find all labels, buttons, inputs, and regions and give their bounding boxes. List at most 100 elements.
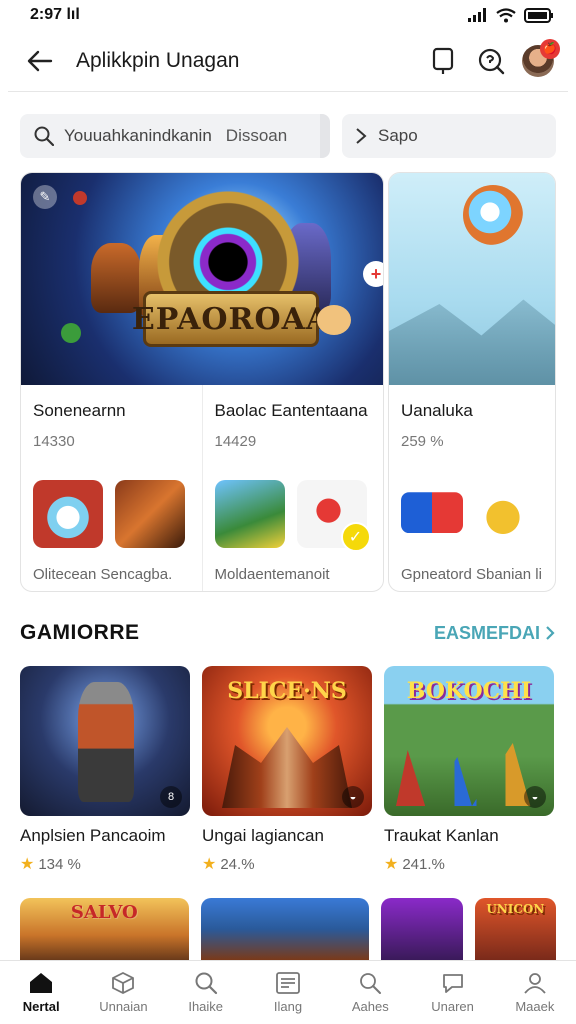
nav-item-search[interactable]: Ihaike <box>165 961 247 1024</box>
search-row: Youuahkanindkanin Dissoan Sapo <box>20 114 556 158</box>
flag-icon: + <box>363 261 383 287</box>
section-title: GAMIORRE <box>20 621 140 644</box>
nav-item-profile[interactable]: Maaek <box>494 961 576 1024</box>
col-caption: Olitecean Sencagba. <box>33 566 173 583</box>
featured-col-1[interactable]: Sonenearnn 14330 Olitecean Sencagba. <box>21 385 202 591</box>
game-logo: SALVO <box>70 902 138 923</box>
game-logo: SLICE·NS <box>227 678 347 704</box>
home-icon <box>28 971 54 995</box>
game-thumb[interactable]: 8 <box>20 666 190 816</box>
col-title: Baolac Eantentaana <box>214 401 368 420</box>
featured-columns: Sonenearnn 14330 Olitecean Sencagba. Bao… <box>21 385 384 591</box>
cat-mascot <box>317 305 351 335</box>
col-meta: 14330 <box>33 433 75 450</box>
warrior-figure <box>78 682 134 802</box>
bookmark-button[interactable] <box>426 44 460 78</box>
filter-text: Sapo <box>378 126 418 145</box>
section-header: GAMIORRE EASMEFDAI <box>20 616 556 650</box>
leaf-icon: ✎ <box>33 185 57 209</box>
status-bar: 2:97 lıl <box>0 0 576 30</box>
featured-banner[interactable]: ✎ EPAOROAA <box>21 173 383 385</box>
banner-logo: EPAOROAA <box>132 291 329 347</box>
wifi-icon <box>496 7 516 22</box>
featured-side-banner[interactable] <box>389 173 555 385</box>
game-card[interactable]: SLICE·NS ◒ Ungai lagiancan ★ 24.% <box>202 666 372 874</box>
col-title: Sonenearnn <box>33 401 126 420</box>
avatar[interactable]: 🍎 <box>522 38 560 77</box>
chevron-right-icon <box>356 128 367 144</box>
filter-input[interactable]: Sapo <box>342 114 556 158</box>
app-thumb[interactable]: ✓ <box>296 480 371 552</box>
game-thumb[interactable] <box>200 898 370 960</box>
game-name: Traukat Kanlan <box>384 826 499 845</box>
nav-item-apps[interactable]: Unnaian <box>82 961 164 1024</box>
nav-label: Ihaike <box>188 999 224 1014</box>
featured-col-3[interactable]: Uanaluka 259 % Gpneatord Sbanian li <box>389 385 555 591</box>
nav-label: Maaek <box>515 999 555 1014</box>
nav-item-chat[interactable]: Unaren <box>411 961 493 1024</box>
search-icon <box>193 971 219 995</box>
page-title: Aplikkpin Unagan <box>76 48 240 72</box>
app-thumb[interactable] <box>214 480 285 548</box>
mountain-shape <box>389 299 555 385</box>
fireball-top <box>73 191 87 205</box>
list-icon <box>275 971 301 995</box>
game-thumb[interactable]: UNICON <box>474 898 556 960</box>
game-name: Ungai lagiancan <box>202 826 324 845</box>
doc-search-icon <box>357 971 383 995</box>
game-thumb[interactable]: BOKOCHI ◒ <box>384 666 554 816</box>
nav-label: Unaren <box>431 999 474 1014</box>
game-controller-icon: ◒ <box>524 786 546 808</box>
nav-label: Nertal <box>22 999 60 1014</box>
hero-group <box>222 727 352 808</box>
search-input[interactable]: Youuahkanindkanin Dissoan <box>20 114 330 158</box>
col-thumbs <box>33 480 190 548</box>
back-button[interactable] <box>18 39 62 83</box>
nav-item-list[interactable]: Ilang <box>247 961 329 1024</box>
rating-value: 241.% <box>402 855 445 873</box>
nav-item-docs[interactable]: Aahes <box>329 961 411 1024</box>
check-icon: ✓ <box>340 522 371 552</box>
nav-item-home[interactable]: Nertal <box>0 961 82 1024</box>
header-actions: 🍎 <box>426 38 560 78</box>
featured-col-2[interactable]: Baolac Eantentaana 14429 ✓ Moldaentemano… <box>201 385 384 591</box>
game-card[interactable]: 8 Anplsien Pancaoim ★ 134 % <box>20 666 190 874</box>
star-icon: ★ <box>384 856 399 873</box>
nav-label: Ilang <box>273 999 303 1014</box>
game-row-2: SALVO UNICON <box>20 898 556 960</box>
status-time: 2:97 lıl <box>30 6 80 23</box>
featured-card-side[interactable]: Uanaluka 259 % Gpneatord Sbanian li <box>388 172 556 592</box>
bookmark-icon: 8 <box>160 786 182 808</box>
app-thumb[interactable] <box>401 492 463 534</box>
section-see-all-link[interactable]: EASMEFDAI <box>434 623 556 644</box>
game-card[interactable]: BOKOCHI ◒ Traukat Kanlan ★ 241.% <box>384 666 554 874</box>
app-thumb[interactable] <box>475 480 531 548</box>
game-thumb[interactable] <box>381 898 463 960</box>
search-help-icon <box>478 48 505 74</box>
profile-icon <box>522 971 548 995</box>
chevron-right-icon <box>546 626 555 640</box>
app-thumb[interactable] <box>115 480 185 548</box>
notification-badge: 🍎 <box>540 38 560 59</box>
col-thumbs <box>401 480 543 548</box>
game-thumb[interactable]: SLICE·NS ◒ <box>202 666 372 816</box>
game-controller-icon: ◒ <box>342 786 364 808</box>
col-meta: 14429 <box>214 433 257 450</box>
app-thumb[interactable] <box>33 480 103 548</box>
fireball-left <box>61 323 81 343</box>
rating-value: 24.% <box>220 855 255 873</box>
featured-card-main[interactable]: ✎ EPAOROAA Sonenearnn 14330 Olitecean Se… <box>20 172 384 592</box>
col-meta: 259 % <box>401 433 444 450</box>
nav-label: Aahes <box>351 999 389 1014</box>
search-query: Youuahkanindkanin Dissoan <box>64 126 287 146</box>
game-grid: 8 Anplsien Pancaoim ★ 134 % SLICE·NS ◒ Un… <box>20 666 556 874</box>
col-caption-text: Gpneatord Sbanian <box>401 566 532 583</box>
game-thumb[interactable]: SALVO <box>20 898 189 960</box>
cube-icon <box>110 971 136 995</box>
col-caption: Moldaentemanoit <box>214 566 330 583</box>
game-logo: BOKOCHI <box>406 678 532 704</box>
search-help-button[interactable] <box>474 44 508 78</box>
game-rating: ★ 241.% <box>384 854 554 874</box>
status-icons <box>468 7 554 23</box>
col-caption-suffix: li <box>535 566 542 583</box>
